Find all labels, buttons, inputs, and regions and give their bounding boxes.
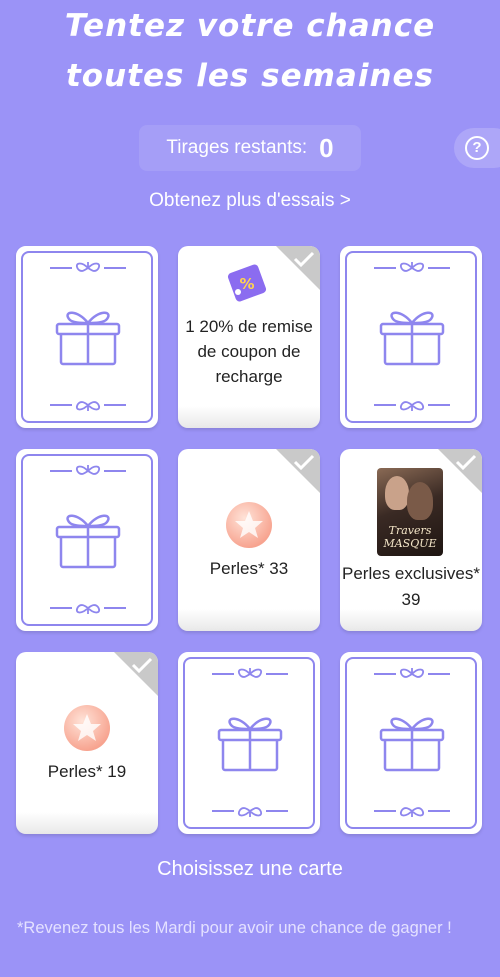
card-revealed-pearls-33: Perles* 33 <box>178 449 320 631</box>
ornament-icon <box>212 668 288 678</box>
card-closed-5[interactable] <box>340 652 482 834</box>
card-revealed-pearls-19: Perles* 19 <box>16 652 158 834</box>
prize-label: Perles* 33 <box>209 559 289 578</box>
ornament-icon <box>374 807 450 817</box>
remaining-draws-count: 0 <box>319 132 334 163</box>
gift-icon <box>379 311 445 366</box>
check-icon <box>293 251 315 267</box>
question-circle-icon: ? <box>465 136 489 160</box>
check-icon <box>131 657 153 673</box>
card-closed-4[interactable] <box>178 652 320 834</box>
card-revealed-coupon: % 1 20% de remise de coupon de recharge <box>178 246 320 428</box>
page-title-line1: Tentez votre chance <box>64 8 436 44</box>
ornament-icon <box>50 465 126 475</box>
gift-icon <box>217 717 283 772</box>
card-closed-2[interactable] <box>340 246 482 428</box>
prize-label: 1 20% de remise de coupon de recharge <box>185 317 313 386</box>
pearl-icon <box>226 502 272 548</box>
more-tries-link[interactable]: Obtenez plus d'essais > <box>0 190 500 212</box>
help-button[interactable]: ? <box>454 128 500 168</box>
book-title: Travers MASQUE <box>383 524 437 550</box>
coupon-icon: % <box>227 264 267 302</box>
prize-label: Perles* 19 <box>47 762 127 781</box>
ornament-icon <box>374 262 450 272</box>
prize-label: Perles exclusives* 39 <box>342 564 480 609</box>
card-closed-3[interactable] <box>16 449 158 631</box>
card-closed-1[interactable] <box>16 246 158 428</box>
ornament-icon <box>212 807 288 817</box>
book-cover: Travers MASQUE <box>377 468 443 556</box>
gift-icon <box>379 717 445 772</box>
choose-card-label: Choisissez une carte <box>157 858 343 880</box>
ornament-icon <box>374 668 450 678</box>
gift-icon <box>55 514 121 569</box>
weekly-footnote: *Revenez tous les Mardi pour avoir une c… <box>17 919 452 937</box>
ornament-icon <box>374 401 450 411</box>
ornament-icon <box>50 262 126 272</box>
page-title-line2: toutes les semaines <box>65 58 435 94</box>
svg-text:%: % <box>239 275 254 293</box>
ornament-icon <box>50 604 126 614</box>
gift-icon <box>55 311 121 366</box>
check-icon <box>455 454 477 470</box>
remaining-draws-label: Tirages restants: <box>166 137 308 158</box>
pearl-icon <box>64 705 110 751</box>
ornament-icon <box>50 401 126 411</box>
check-icon <box>293 454 315 470</box>
remaining-draws: Tirages restants: 0 <box>139 125 361 171</box>
card-revealed-exclusive-pearls: Travers MASQUE Perles exclusives* 39 <box>340 449 482 631</box>
